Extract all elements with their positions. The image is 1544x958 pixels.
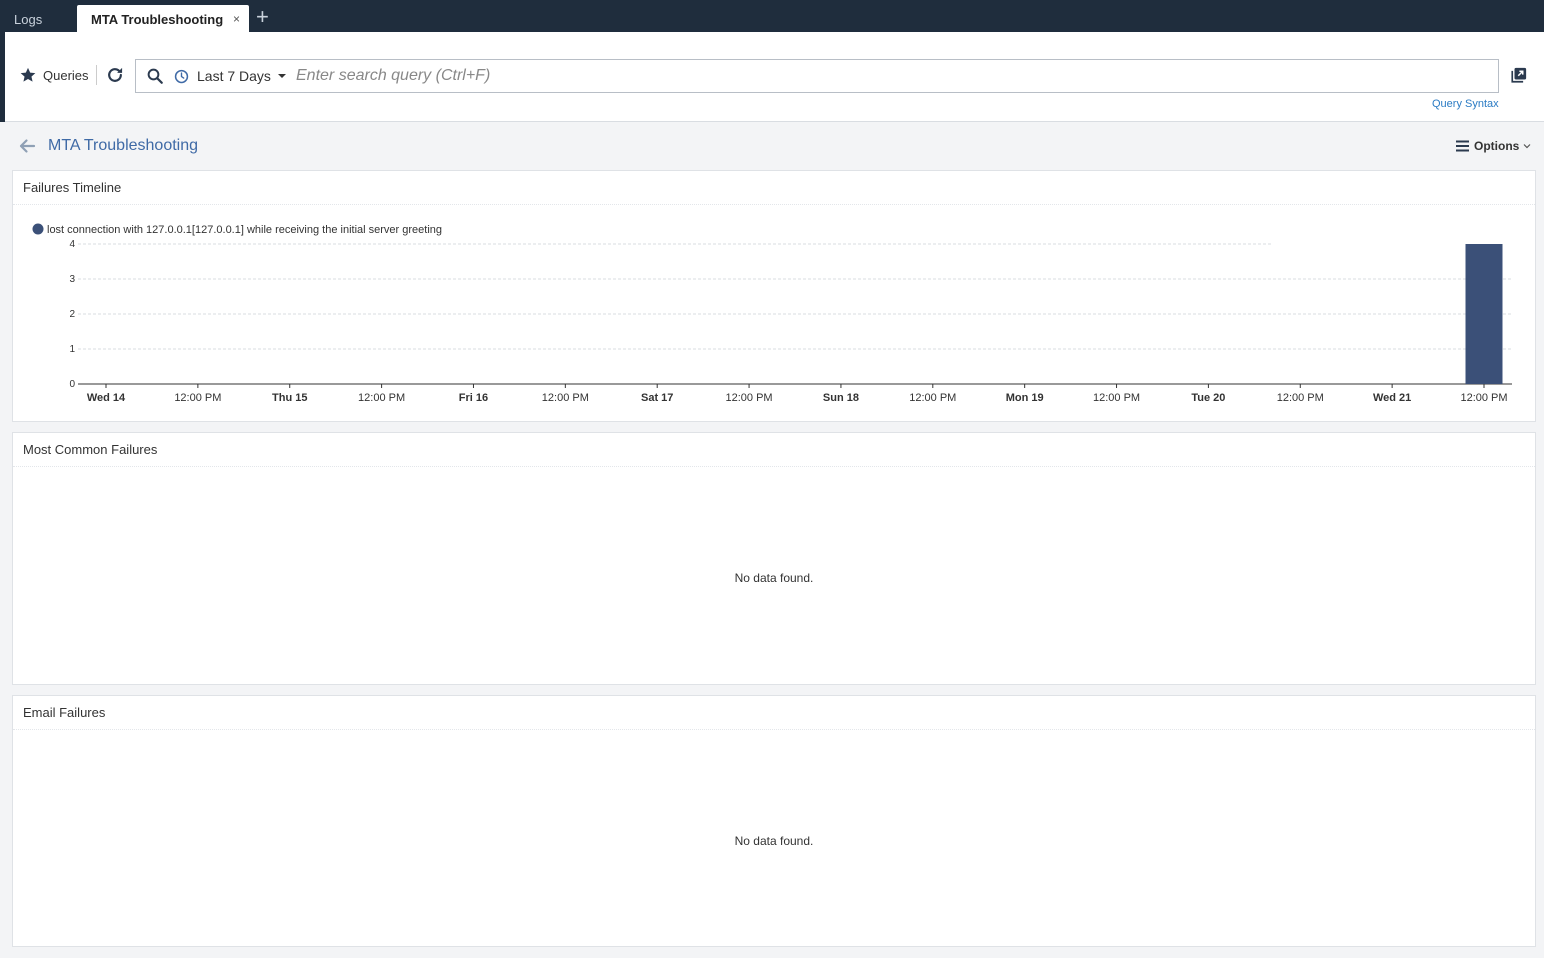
x-tick-label: 12:00 PM: [174, 392, 221, 404]
x-tick-label: 12:00 PM: [726, 392, 773, 404]
failures-timeline-chart: lost connection with 127.0.0.1[127.0.0.1…: [32, 223, 1512, 404]
tab-mta-troubleshooting[interactable]: MTA Troubleshooting: [77, 5, 249, 32]
panel-divider: [13, 729, 1535, 730]
most-common-failures-panel: Most Common Failures No data found.: [12, 432, 1536, 685]
y-tick-label: 0: [69, 379, 75, 390]
tab-bar: Logs MTA Troubleshooting × +: [0, 0, 1544, 32]
x-tick-label: Mon 19: [1006, 392, 1044, 404]
options-button[interactable]: Options: [1456, 139, 1531, 153]
options-label: Options: [1474, 139, 1520, 153]
x-tick-label: Sat 17: [641, 392, 673, 404]
no-data-message: No data found.: [734, 834, 814, 848]
email-failures-panel: Email Failures No data found.: [12, 695, 1536, 947]
no-data-message: No data found.: [734, 571, 814, 585]
y-tick-label: 1: [69, 344, 75, 355]
x-tick-label: Thu 15: [272, 392, 307, 404]
legend-label: lost connection with 127.0.0.1[127.0.0.1…: [47, 224, 442, 236]
page-title: MTA Troubleshooting: [48, 137, 199, 154]
refresh-icon[interactable]: [105, 65, 125, 85]
x-tick-label: Fri 16: [459, 392, 488, 404]
x-tick-label: 12:00 PM: [1093, 392, 1140, 404]
x-tick-label: Tue 20: [1191, 392, 1225, 404]
panel-title: Most Common Failures: [23, 442, 158, 457]
search-icon[interactable]: [146, 67, 164, 85]
time-range-label: Last 7 Days: [197, 68, 271, 84]
x-tick-label: 12:00 PM: [1460, 392, 1507, 404]
hamburger-icon: [1456, 140, 1469, 152]
back-arrow-icon[interactable]: [18, 138, 36, 154]
query-bar: Queries Last 7 Days Query Syntax: [5, 32, 1544, 122]
legend-marker: [32, 223, 44, 235]
y-tick-label: 4: [69, 239, 75, 250]
caret-down-icon: [277, 74, 286, 78]
popout-icon[interactable]: [1510, 66, 1528, 84]
x-tick-label: Sun 18: [823, 392, 859, 404]
x-tick-label: 12:00 PM: [358, 392, 405, 404]
close-icon[interactable]: ×: [233, 12, 240, 26]
search-input[interactable]: [296, 64, 1486, 88]
queries-button[interactable]: Queries: [19, 66, 89, 84]
search-box: Last 7 Days: [135, 59, 1499, 93]
panel-divider: [13, 466, 1535, 467]
toolbar-divider: [96, 65, 97, 85]
panel-title: Email Failures: [23, 705, 106, 720]
x-tick-label: Wed 21: [1373, 392, 1411, 404]
failures-timeline-panel: Failures Timeline lost connection with 1…: [12, 170, 1536, 422]
add-tab-icon[interactable]: +: [256, 6, 269, 28]
chevron-down-icon: [1523, 144, 1531, 149]
queries-label: Queries: [43, 67, 89, 83]
y-tick-label: 3: [69, 274, 75, 285]
x-tick-label: Wed 14: [87, 392, 126, 404]
clock-icon: [174, 69, 189, 83]
time-range-dropdown[interactable]: Last 7 Days: [174, 60, 286, 92]
x-tick-label: 12:00 PM: [909, 392, 956, 404]
query-syntax-link[interactable]: Query Syntax: [1432, 98, 1499, 110]
star-icon: [20, 67, 36, 82]
bar: [1465, 244, 1503, 384]
x-tick-label: 12:00 PM: [1277, 392, 1324, 404]
tab-logs[interactable]: Logs: [0, 0, 76, 32]
y-tick-label: 2: [69, 309, 75, 320]
x-tick-label: 12:00 PM: [542, 392, 589, 404]
